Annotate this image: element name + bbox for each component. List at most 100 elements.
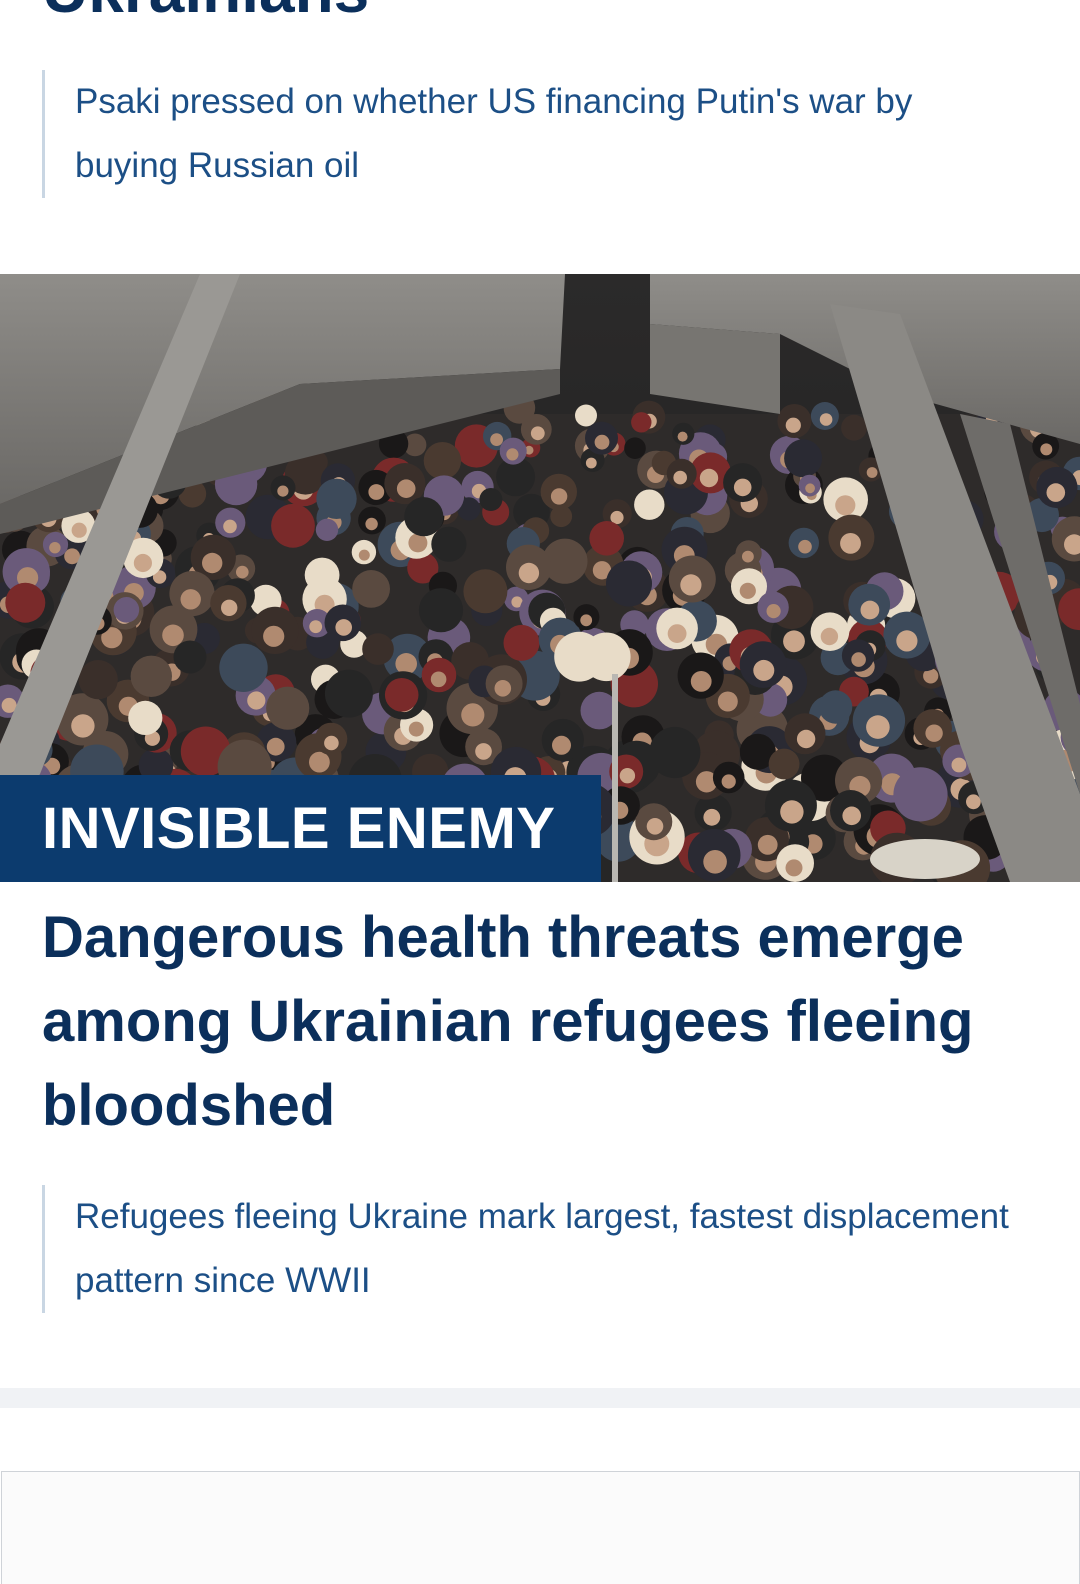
section-divider <box>0 1388 1080 1408</box>
crowd-face <box>951 757 967 773</box>
crowd-face <box>408 721 424 737</box>
crowd-face <box>430 671 447 688</box>
crowd-face <box>395 653 418 675</box>
crowd-face <box>365 517 378 531</box>
crowd-face <box>530 426 545 441</box>
crowd-person <box>649 726 701 779</box>
crowd-person <box>173 640 207 674</box>
crowd-face <box>733 478 752 497</box>
crowd-face <box>680 574 702 596</box>
crowd-person <box>479 488 503 511</box>
crowd-face <box>494 680 512 697</box>
crowd-face <box>309 751 330 773</box>
crowd-face <box>247 691 266 710</box>
crowd-person <box>893 767 948 822</box>
crowd-face <box>896 630 918 652</box>
crowd-face <box>490 433 503 446</box>
crowd-face <box>805 483 815 494</box>
crowd-face <box>518 562 540 584</box>
crowd-face <box>785 417 801 433</box>
crowd-person <box>463 569 508 614</box>
crowd-person <box>266 686 310 730</box>
crowd-face <box>783 630 805 653</box>
crowd-face <box>780 800 804 824</box>
crowd-face <box>368 484 385 500</box>
crowd-person <box>304 557 340 593</box>
crowd-face <box>796 729 816 749</box>
crowd-face <box>358 549 370 561</box>
crowd-face <box>552 735 571 755</box>
crowd-person <box>606 560 652 607</box>
crowd-face <box>866 715 890 739</box>
crowd-face <box>699 468 719 488</box>
crowd-face <box>133 553 152 573</box>
article-feed: Ukrainians Psaki pressed on whether US f… <box>0 0 1080 1584</box>
crowd-face <box>585 457 597 469</box>
crowd-face <box>324 735 339 751</box>
crowd-face <box>475 743 492 760</box>
crowd-person <box>589 521 624 556</box>
crowd-face <box>180 589 201 610</box>
crowd-person <box>113 597 140 623</box>
crowd-face <box>717 691 738 712</box>
crowd-face <box>461 703 485 727</box>
crowd-face <box>646 818 664 835</box>
crowd-person <box>818 690 853 724</box>
crowd-face <box>202 552 223 574</box>
crowd-face <box>677 431 688 442</box>
crowd-face <box>925 724 943 742</box>
crowd-person <box>575 404 597 427</box>
crowd-face <box>335 619 353 636</box>
crowd-face <box>851 652 866 667</box>
crowd-person <box>384 678 419 712</box>
story-headline[interactable]: Dangerous health threats emerge among Uk… <box>42 896 1042 1148</box>
crowd-person <box>316 478 357 519</box>
crowd-face <box>753 659 775 681</box>
crowd-face <box>785 859 803 877</box>
crowd-face <box>221 599 238 616</box>
ad-placeholder <box>1 1471 1080 1584</box>
crowd-face <box>866 467 878 478</box>
crowd-face <box>690 671 712 692</box>
related-link-psaki[interactable]: Psaki pressed on whether US financing Pu… <box>42 70 1015 198</box>
crowd-person <box>130 655 172 697</box>
crowd-face <box>860 600 880 620</box>
crowd-person <box>128 700 163 735</box>
crowd-face <box>842 806 861 826</box>
crowd-face <box>266 737 285 756</box>
crowd-person <box>352 570 390 608</box>
crowd-person <box>404 497 444 537</box>
crowd-face <box>966 794 981 810</box>
crowd-person <box>271 503 315 548</box>
crowd-face <box>162 624 184 647</box>
crowd-face <box>673 470 687 485</box>
related-link-refugees[interactable]: Refugees fleeing Ukraine mark largest, f… <box>42 1185 1015 1313</box>
crowd-person <box>78 660 118 700</box>
crowd-person <box>219 643 268 692</box>
crowd-face <box>223 519 237 534</box>
crowd-face <box>840 533 861 554</box>
crowd-person <box>5 582 46 623</box>
crowd-face <box>798 539 812 554</box>
crowd-face <box>703 808 721 826</box>
crowd-face <box>506 448 519 461</box>
crowd-person <box>315 518 339 541</box>
crowd-face <box>580 614 593 627</box>
crowd-person <box>431 526 467 562</box>
crowd-person <box>634 489 665 520</box>
crowd-face <box>49 542 61 554</box>
crowd-face <box>1046 483 1066 502</box>
crowd-face <box>766 604 781 619</box>
crowd-face <box>594 434 610 450</box>
crowd-person <box>362 633 394 665</box>
crowd-face <box>820 627 839 646</box>
crowd-face <box>835 495 856 516</box>
previous-story-headline[interactable]: Ukrainians <box>42 0 369 22</box>
crowd-person <box>768 748 800 780</box>
crowd-person <box>418 588 464 633</box>
crowd-face <box>703 850 727 874</box>
crowd-person <box>624 437 646 459</box>
crowd-face <box>396 479 416 498</box>
crowd-person <box>784 439 823 478</box>
crowd-person <box>324 669 373 718</box>
